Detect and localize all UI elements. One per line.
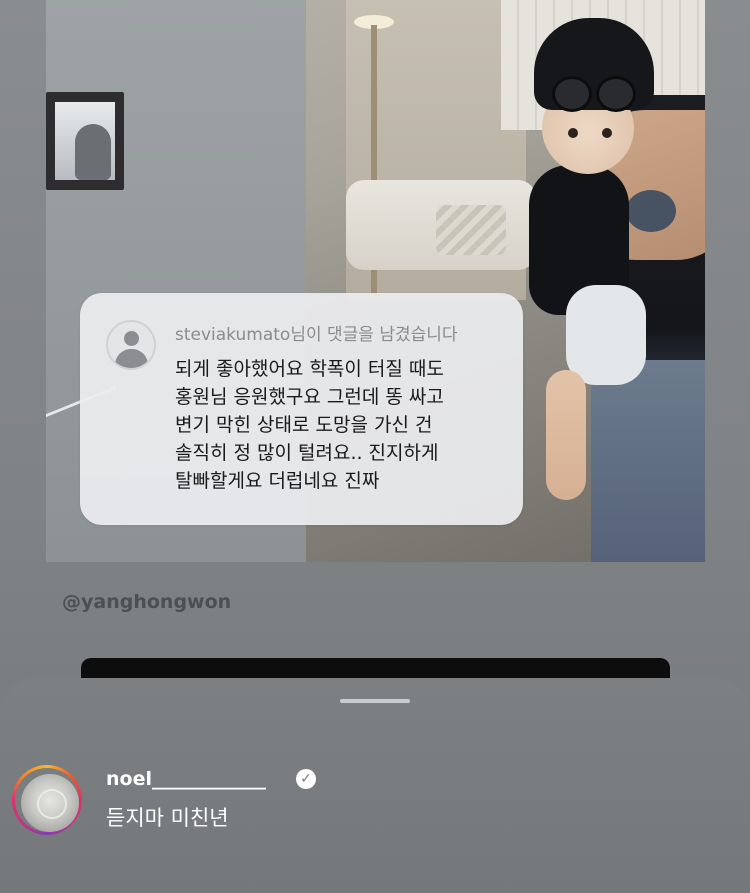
comment-header: steviakumato님이 댓글을 남겼습니다 (175, 325, 458, 345)
comment-line: 홍원님 응원했구요 그런데 똥 싸고 (175, 386, 444, 408)
post-author-handle[interactable]: @yanghongwon (62, 591, 231, 613)
photo-baby-leg (546, 370, 586, 500)
reply-username[interactable]: noel____________ (106, 768, 266, 790)
default-user-avatar-icon (106, 320, 156, 370)
comment-line: 되게 좋아했어요 학폭이 터질 때도 (175, 358, 444, 380)
reply-bottom-sheet: noel____________ ✓ 듣지마 미친년 (0, 678, 750, 893)
reply-text: 듣지마 미친년 (106, 806, 229, 830)
comment-line: 변기 막힌 상태로 도망을 가신 건 (175, 414, 433, 436)
photo-baby-diaper (566, 285, 646, 385)
photo-baby-eye (602, 128, 612, 138)
photo-baby-eye (568, 128, 578, 138)
photo-goggle-left (552, 76, 592, 112)
user-story-ring[interactable] (12, 765, 82, 835)
photo-goggle-right (596, 76, 636, 112)
comment-line: 솔직히 정 많이 털려요.. 진지하게 (175, 442, 439, 464)
comment-sticker[interactable]: steviakumato님이 댓글을 남겼습니다 되게 좋아했어요 학폭이 터질… (80, 293, 523, 525)
photo-baby-hat (534, 18, 654, 112)
photo-picture-frame (46, 92, 124, 190)
verified-badge-icon: ✓ (296, 769, 316, 789)
comment-line: 탈빠할게요 더럽네요 진짜 (175, 470, 380, 492)
photo-cushion (436, 205, 506, 255)
photo-tattoo (626, 190, 676, 232)
comment-text: 되게 좋아했어요 학폭이 터질 때도 홍원님 응원했구요 그런데 똥 싸고 변기… (175, 355, 510, 495)
user-avatar (21, 774, 79, 832)
sheet-grabber-handle[interactable] (340, 699, 410, 703)
photo-jeans (591, 360, 705, 562)
